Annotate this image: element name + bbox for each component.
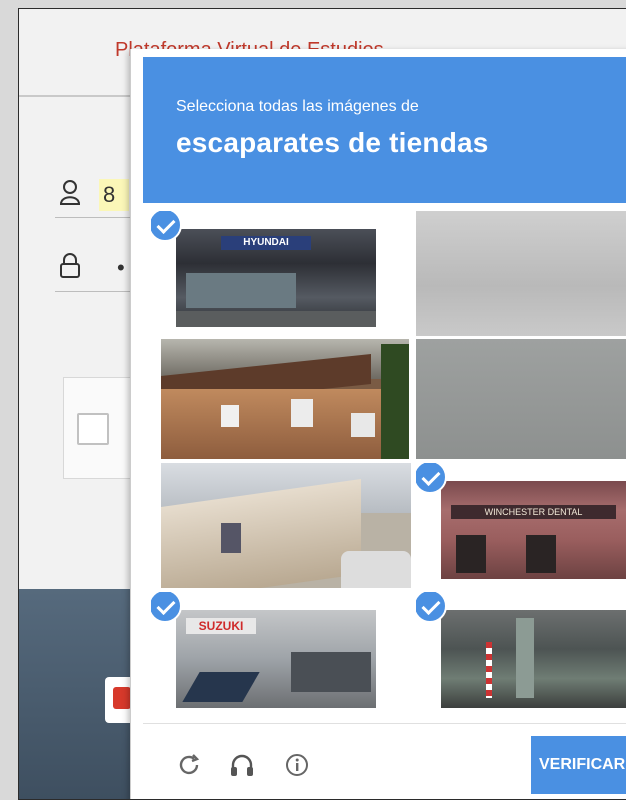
- captcha-header: Selecciona todas las imágenes de escapar…: [143, 57, 626, 203]
- captcha-tile-3[interactable]: [161, 339, 409, 459]
- captcha-target: escaparates de tiendas: [176, 127, 489, 158]
- captcha-challenge-dialog: Selecciona todas las imágenes de escapar…: [130, 49, 626, 799]
- browser-viewport: Plataforma Virtual de Estudios 8 • Selec…: [18, 8, 626, 800]
- captcha-tile-1[interactable]: HYUNDAI: [151, 211, 396, 336]
- username-field[interactable]: 8: [99, 179, 129, 211]
- winchester-sign: WINCHESTER DENTAL: [451, 505, 616, 519]
- captcha-tile-6[interactable]: WINCHESTER DENTAL: [416, 463, 626, 588]
- headphones-icon[interactable]: [228, 752, 256, 780]
- captcha-tile-7[interactable]: SUZUKI: [151, 592, 396, 717]
- barber-pole: [486, 642, 492, 698]
- verify-button[interactable]: VERIFICAR: [531, 736, 626, 794]
- info-icon[interactable]: [283, 752, 311, 780]
- hyundai-sign: HYUNDAI: [221, 236, 311, 250]
- captcha-tile-2[interactable]: [416, 211, 626, 336]
- user-icon: [59, 179, 81, 212]
- reload-icon[interactable]: [175, 752, 203, 780]
- lock-icon: [59, 253, 81, 286]
- background-divider: [19, 95, 139, 97]
- footer-divider: [143, 723, 626, 724]
- captcha-instruction: Selecciona todas las imágenes de: [176, 98, 419, 115]
- captcha-tile-5[interactable]: [161, 463, 411, 588]
- password-field[interactable]: •: [117, 255, 125, 281]
- suzuki-sign: SUZUKI: [186, 618, 256, 634]
- captcha-tile-8[interactable]: [416, 592, 626, 717]
- captcha-tile-4[interactable]: [416, 339, 626, 459]
- recaptcha-checkbox[interactable]: [77, 413, 109, 445]
